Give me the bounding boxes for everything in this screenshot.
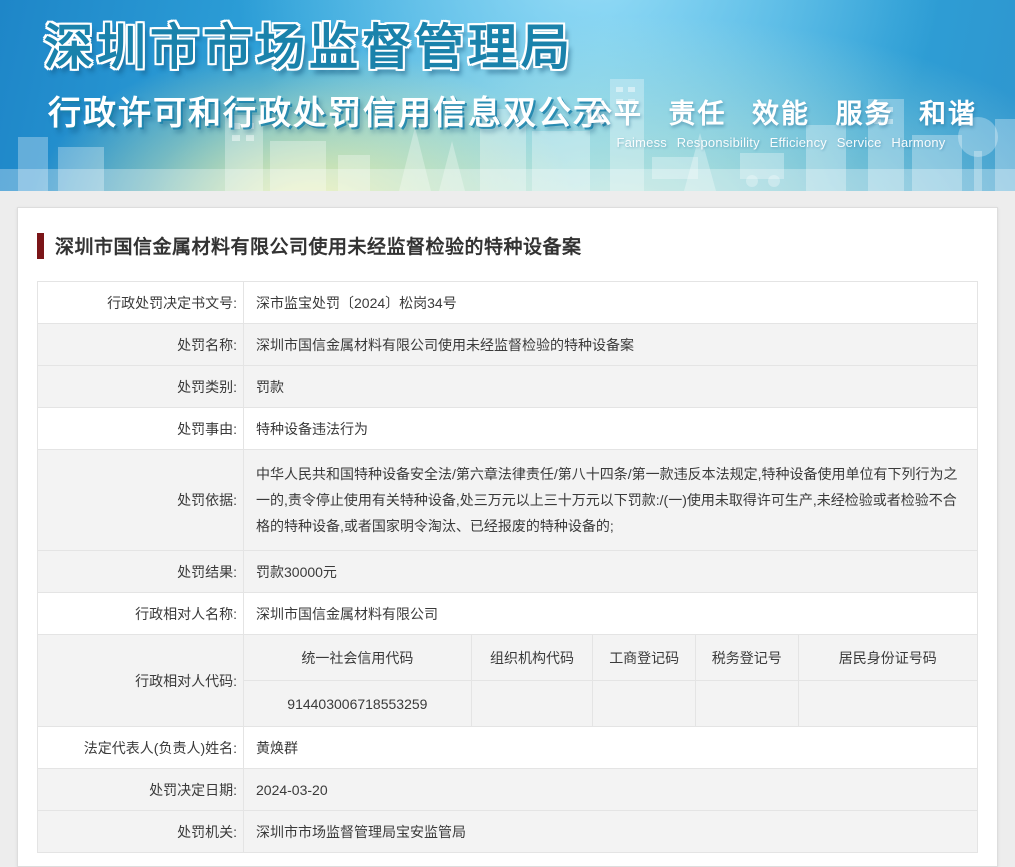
field-value: 特种设备违法行为 bbox=[243, 407, 978, 450]
slogan-chinese: 公平 责任 效能 服务 和谐 bbox=[584, 99, 977, 129]
field-label: 法定代表人(负责人)姓名: bbox=[37, 726, 244, 769]
row-party-codes: 行政相对人代码: 统一社会信用代码 组织机构代码 工商登记码 税务登记号 居民身… bbox=[37, 634, 978, 727]
penalty-info-table: 行政处罚决定书文号: 深市监宝处罚〔2024〕松岗34号 处罚名称: 深圳市国信… bbox=[37, 281, 978, 853]
article-header: 深圳市国信金属材料有限公司使用未经监督检验的特种设备案 bbox=[37, 232, 978, 259]
row-penalty-result: 处罚结果: 罚款30000元 bbox=[37, 550, 978, 593]
row-party-name: 行政相对人名称: 深圳市国信金属材料有限公司 bbox=[37, 592, 978, 635]
field-value: 罚款 bbox=[243, 365, 978, 408]
field-label: 行政相对人名称: bbox=[37, 592, 244, 635]
code-value: 914403006718553259 bbox=[244, 680, 472, 726]
site-subtitle: 行政许可和行政处罚信用信息双公示 bbox=[48, 94, 608, 131]
field-value: 深市监宝处罚〔2024〕松岗34号 bbox=[243, 281, 978, 324]
code-value bbox=[470, 680, 593, 726]
code-header-row: 统一社会信用代码 组织机构代码 工商登记码 税务登记号 居民身份证号码 bbox=[244, 635, 977, 681]
party-codes-cell: 统一社会信用代码 组织机构代码 工商登记码 税务登记号 居民身份证号码 9144… bbox=[243, 634, 978, 727]
field-label: 处罚决定日期: bbox=[37, 768, 244, 811]
title-accent-bar bbox=[37, 232, 44, 259]
code-header: 居民身份证号码 bbox=[797, 635, 977, 681]
row-penalty-authority: 处罚机关: 深圳市市场监督管理局宝安监管局 bbox=[37, 810, 978, 853]
row-penalty-name: 处罚名称: 深圳市国信金属材料有限公司使用未经监督检验的特种设备案 bbox=[37, 323, 978, 366]
row-legal-representative: 法定代表人(负责人)姓名: 黄焕群 bbox=[37, 726, 978, 769]
slogan-english: Faimess Responsibility Efficiency Servic… bbox=[616, 135, 946, 150]
field-label: 行政处罚决定书文号: bbox=[37, 281, 244, 324]
party-codes-table: 统一社会信用代码 组织机构代码 工商登记码 税务登记号 居民身份证号码 9144… bbox=[244, 635, 977, 726]
field-value: 黄焕群 bbox=[243, 726, 978, 769]
row-decision-doc-no: 行政处罚决定书文号: 深市监宝处罚〔2024〕松岗34号 bbox=[37, 281, 978, 324]
field-label: 处罚事由: bbox=[37, 407, 244, 450]
page-title: 深圳市国信金属材料有限公司使用未经监督检验的特种设备案 bbox=[55, 237, 582, 258]
site-banner: 深圳市市场监督管理局 行政许可和行政处罚信用信息双公示 公平 责任 效能 服务 … bbox=[0, 0, 1015, 191]
field-label: 处罚类别: bbox=[37, 365, 244, 408]
field-label: 处罚结果: bbox=[37, 550, 244, 593]
banner-slogans: 公平 责任 效能 服务 和谐 Faimess Responsibility Ef… bbox=[585, 92, 977, 150]
field-label: 行政相对人代码: bbox=[37, 634, 244, 727]
site-title: 深圳市市场监督管理局 bbox=[44, 21, 575, 75]
code-header: 统一社会信用代码 bbox=[244, 635, 472, 681]
code-value-row: 914403006718553259 bbox=[244, 680, 977, 726]
code-header: 税务登记号 bbox=[695, 635, 799, 681]
content-card: 深圳市国信金属材料有限公司使用未经监督检验的特种设备案 行政处罚决定书文号: 深… bbox=[17, 207, 998, 867]
code-value bbox=[797, 680, 977, 726]
code-header: 组织机构代码 bbox=[470, 635, 593, 681]
field-value: 深圳市国信金属材料有限公司 bbox=[243, 592, 978, 635]
code-value bbox=[695, 680, 799, 726]
field-label: 处罚机关: bbox=[37, 810, 244, 853]
field-label: 处罚名称: bbox=[37, 323, 244, 366]
row-penalty-category: 处罚类别: 罚款 bbox=[37, 365, 978, 408]
field-value: 罚款30000元 bbox=[243, 550, 978, 593]
code-header: 工商登记码 bbox=[592, 635, 696, 681]
row-penalty-reason: 处罚事由: 特种设备违法行为 bbox=[37, 407, 978, 450]
row-penalty-basis: 处罚依据: 中华人民共和国特种设备安全法/第六章法律责任/第八十四条/第一款违反… bbox=[37, 449, 978, 551]
field-value: 深圳市市场监督管理局宝安监管局 bbox=[243, 810, 978, 853]
field-value: 2024-03-20 bbox=[243, 768, 978, 811]
row-decision-date: 处罚决定日期: 2024-03-20 bbox=[37, 768, 978, 811]
code-value bbox=[592, 680, 696, 726]
field-value: 深圳市国信金属材料有限公司使用未经监督检验的特种设备案 bbox=[243, 323, 978, 366]
field-value: 中华人民共和国特种设备安全法/第六章法律责任/第八十四条/第一款违反本法规定,特… bbox=[243, 449, 978, 551]
field-label: 处罚依据: bbox=[37, 449, 244, 551]
